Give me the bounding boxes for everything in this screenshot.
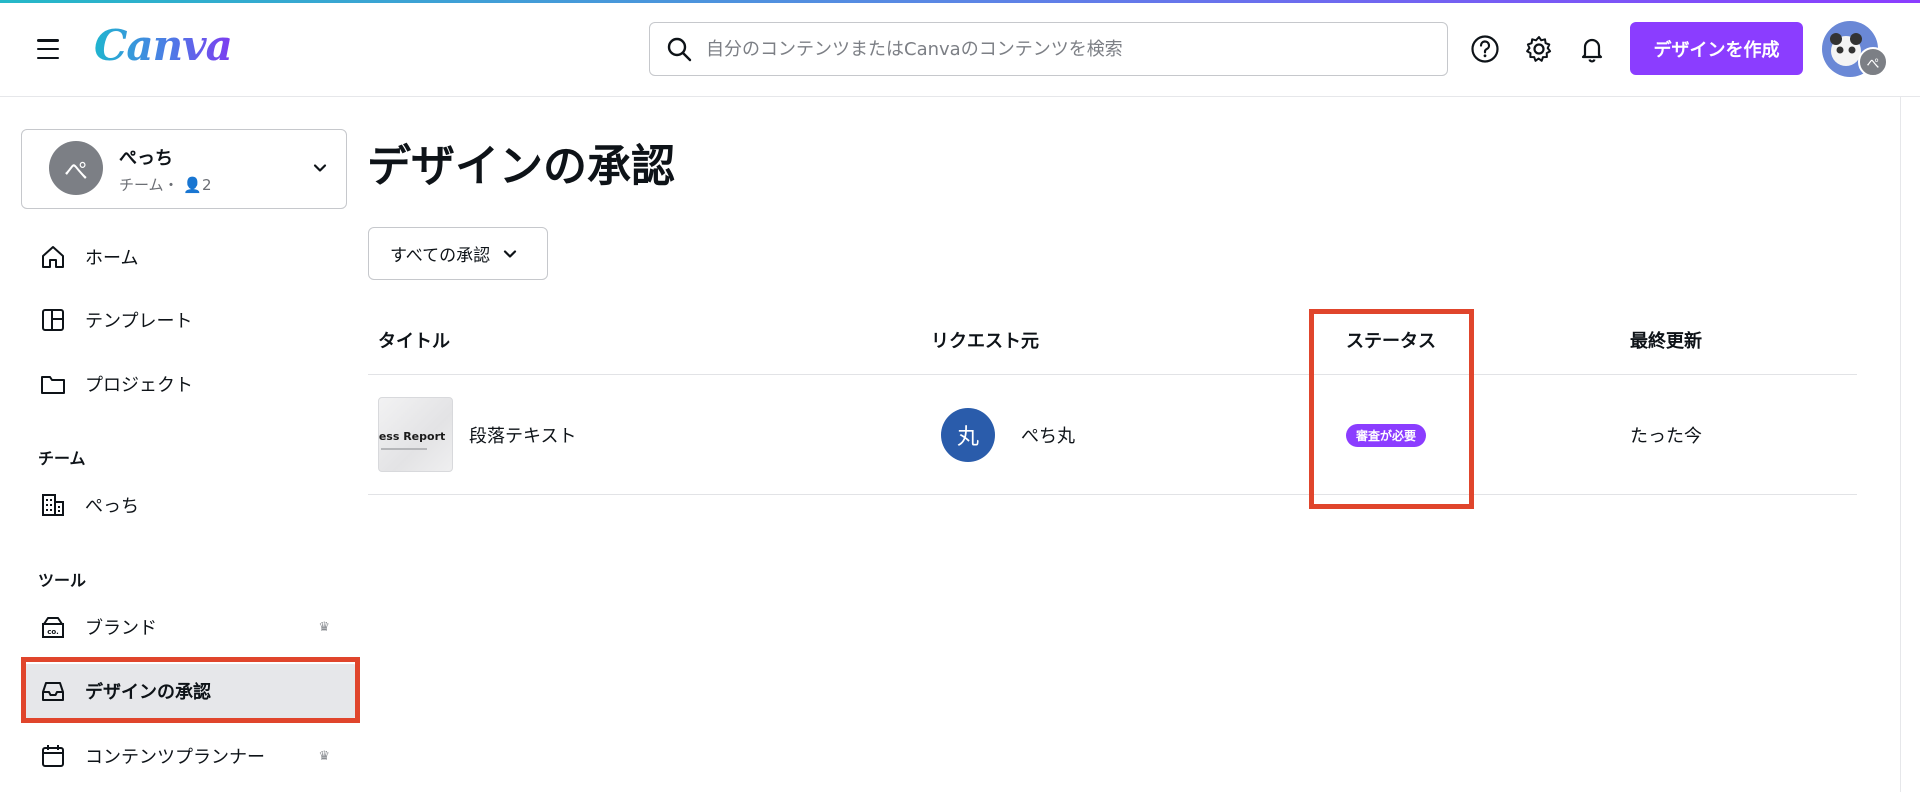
canva-logo[interactable]: Canva [94, 21, 233, 70]
team-name: ぺっち [119, 148, 173, 169]
team-switcher[interactable]: ぺ ぺっち チーム・ 👤2 [21, 129, 347, 209]
sidebar-item-label: ホーム [85, 248, 139, 269]
template-icon [38, 305, 68, 335]
folder-icon [38, 369, 68, 399]
search-bar[interactable] [649, 22, 1448, 76]
search-icon [667, 37, 692, 62]
approval-filter-dropdown[interactable]: すべての承認 [368, 227, 548, 280]
thumbnail-text: ness Report [378, 430, 446, 443]
bell-icon[interactable] [1576, 33, 1608, 65]
sidebar-item-templates[interactable]: テンプレート [21, 293, 357, 347]
sidebar-item-content-planner[interactable]: コンテンツプランナー ♛ [21, 729, 357, 783]
team-avatar: ぺ [49, 141, 103, 195]
sidebar-item-label: ぺっち [85, 496, 139, 517]
sidebar-item-brand[interactable]: co. ブランド ♛ [21, 600, 357, 654]
sidebar-item-home[interactable]: ホーム [21, 230, 357, 284]
crown-icon: ♛ [318, 620, 330, 635]
filter-label: すべての承認 [390, 246, 491, 266]
column-header-title[interactable]: タイトル [378, 327, 450, 353]
requester-avatar: 丸 [941, 408, 995, 462]
sidebar-item-projects[interactable]: プロジェクト [21, 357, 357, 411]
sidebar-item-label: コンテンツプランナー [85, 747, 265, 768]
last-updated: たった今 [1630, 426, 1702, 447]
design-title[interactable]: 段落テキスト [469, 422, 576, 448]
crown-icon: ♛ [318, 749, 330, 764]
sidebar-item-label: プロジェクト [85, 375, 193, 396]
sidebar-item-label: ブランド [85, 618, 157, 639]
team-section-label: チーム [38, 449, 86, 468]
highlight-box-sidebar [21, 657, 360, 723]
home-icon [38, 242, 68, 272]
top-header: Canva デザインを作成 ぺ [0, 3, 1920, 97]
highlight-box-status [1309, 309, 1474, 509]
thumbnail-line [381, 448, 427, 450]
menu-icon[interactable] [34, 36, 62, 62]
svg-text:co.: co. [47, 628, 59, 636]
building-icon [38, 490, 68, 520]
calendar-icon [38, 741, 68, 771]
chevron-down-icon [504, 249, 517, 258]
chevron-down-icon [313, 164, 327, 172]
column-header-last-updated[interactable]: 最終更新 [1630, 327, 1702, 353]
design-thumbnail[interactable]: ness Report [378, 397, 453, 472]
help-icon[interactable] [1469, 33, 1501, 65]
brand-icon: co. [38, 612, 68, 642]
search-input[interactable] [706, 38, 1406, 60]
create-design-button[interactable]: デザインを作成 [1630, 22, 1803, 75]
team-subtitle: チーム・ 👤2 [119, 176, 212, 194]
table-divider [368, 494, 1857, 495]
tools-section-label: ツール [38, 571, 87, 590]
scrollbar[interactable] [1900, 97, 1920, 792]
avatar-badge: ぺ [1858, 47, 1888, 77]
table-divider [368, 374, 1857, 375]
requester-name: ぺち丸 [1021, 426, 1075, 447]
sidebar-item-team[interactable]: ぺっち [21, 478, 357, 532]
page-title: デザインの承認 [367, 141, 675, 192]
sidebar-item-label: テンプレート [85, 311, 193, 332]
column-header-requester[interactable]: リクエスト元 [931, 327, 1039, 353]
settings-icon[interactable] [1523, 33, 1555, 65]
